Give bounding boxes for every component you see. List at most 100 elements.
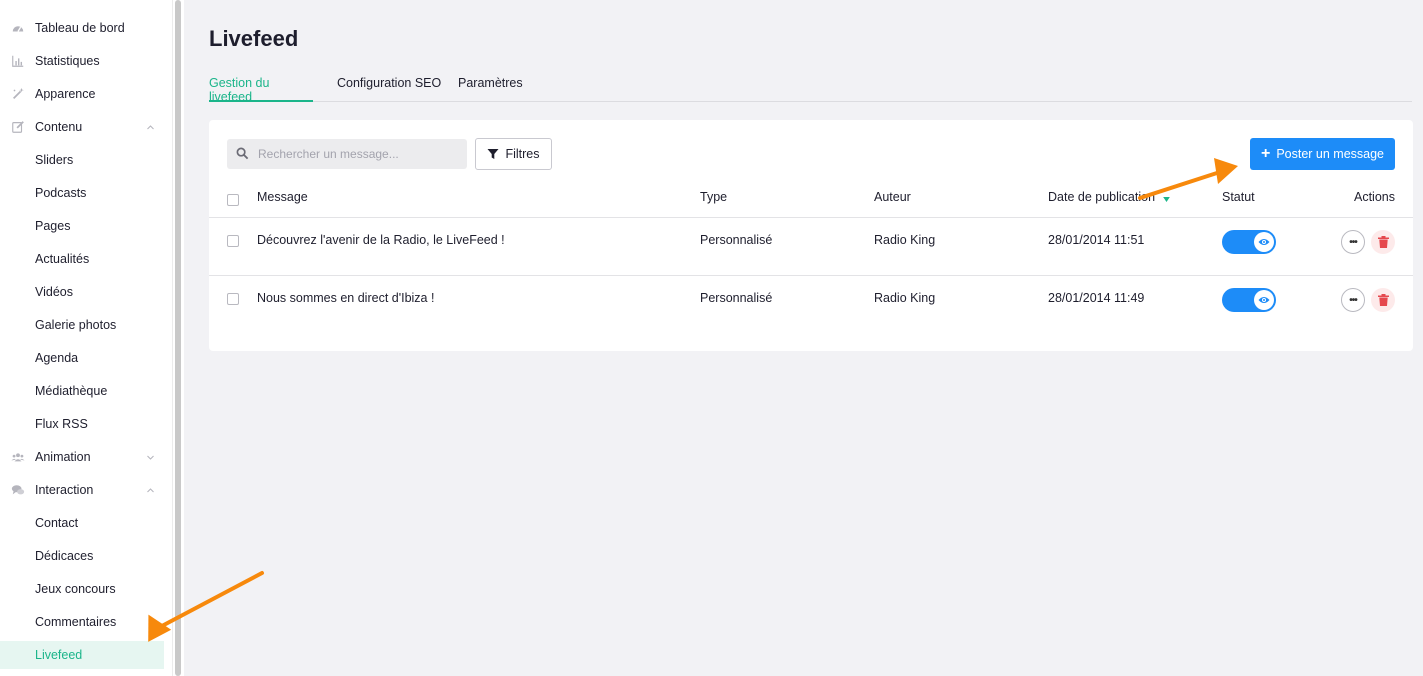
column-header-auteur[interactable]: Auteur [874, 190, 911, 204]
tab-gestion-du-livefeed[interactable]: Gestion du livefeed [209, 76, 313, 104]
column-header-statut[interactable]: Statut [1222, 190, 1255, 204]
toggle-knob [1254, 290, 1274, 310]
magic-wand-icon [10, 86, 26, 102]
sidebar-item-label: Commentaires [35, 615, 117, 629]
sort-down-icon [1162, 191, 1170, 205]
plus-icon: + [1260, 145, 1271, 162]
sidebar-item-label: Animation [35, 450, 91, 464]
message-cell[interactable]: Découvrez l'avenir de la Radio, le LiveF… [257, 233, 505, 247]
date-cell: 28/01/2014 11:51 [1048, 233, 1145, 247]
sidebar-item-label: Sliders [35, 153, 74, 167]
sidebar-item-label: Pages [35, 219, 71, 233]
sidebar-item-actualites[interactable]: Actualités [0, 245, 164, 273]
sidebar-item-livefeed[interactable]: Livefeed [0, 641, 164, 669]
sidebar-item-label: Interaction [35, 483, 94, 497]
post-message-button[interactable]: + Poster un message [1250, 138, 1395, 170]
sidebar-item-commentaires[interactable]: Commentaires [0, 608, 164, 636]
type-cell: Personnalisé [700, 291, 773, 305]
date-cell: 28/01/2014 11:49 [1048, 291, 1145, 305]
table-header: Message Type Auteur Date de publication … [209, 182, 1413, 218]
search-input[interactable] [258, 147, 448, 161]
post-message-button-label: Poster un message [1276, 147, 1385, 161]
sidebar-item-galerie-photos[interactable]: Galerie photos [0, 311, 164, 339]
more-actions-button[interactable]: ••• [1341, 230, 1365, 254]
sidebar-item-statistiques[interactable]: Statistiques [0, 47, 164, 75]
sidebar-item-label: Statistiques [35, 54, 100, 68]
sidebar-item-label: Podcasts [35, 186, 87, 200]
sidebar-item-label: Vidéos [35, 285, 73, 299]
search-box [227, 139, 467, 169]
filters-button[interactable]: Filtres [475, 138, 552, 170]
sidebar-item-agenda[interactable]: Agenda [0, 344, 164, 372]
delete-button[interactable] [1371, 230, 1395, 254]
bar-chart-icon [10, 53, 26, 69]
column-header-message[interactable]: Message [257, 190, 308, 204]
more-icon: ••• [1349, 236, 1357, 248]
users-icon [10, 449, 26, 465]
type-cell: Personnalisé [700, 233, 773, 247]
sidebar-item-label: Jeux concours [35, 582, 116, 596]
trash-icon [1377, 236, 1389, 248]
sidebar-item-contenu[interactable]: Contenu [0, 113, 164, 141]
trash-icon [1377, 294, 1389, 306]
sidebar-item-videos[interactable]: Vidéos [0, 278, 164, 306]
page-title: Livefeed [209, 26, 299, 51]
sidebar-item-label: Livefeed [35, 648, 83, 662]
livefeed-card: Filtres + Poster un message Message Type… [209, 120, 1413, 351]
table-row: Découvrez l'avenir de la Radio, le LiveF… [209, 218, 1413, 276]
table-row: Nous sommes en direct d'Ibiza ! Personna… [209, 276, 1413, 334]
more-actions-button[interactable]: ••• [1341, 288, 1365, 312]
chat-icon [10, 482, 26, 498]
scrollbar-thumb[interactable] [175, 0, 181, 676]
message-cell[interactable]: Nous sommes en direct d'Ibiza ! [257, 291, 434, 305]
column-header-actions: Actions [1354, 190, 1395, 204]
status-toggle[interactable] [1222, 230, 1276, 254]
sidebar-item-label: Galerie photos [35, 318, 117, 332]
chevron-down-icon [144, 451, 156, 463]
filter-icon [487, 149, 499, 159]
row-checkbox[interactable] [227, 235, 239, 247]
delete-button[interactable] [1371, 288, 1395, 312]
filters-button-label: Filtres [505, 147, 540, 161]
sidebar-item-sliders[interactable]: Sliders [0, 146, 164, 174]
select-all-checkbox[interactable] [227, 194, 239, 206]
tab-bar: Gestion du livefeed Configuration SEO Pa… [209, 76, 1412, 104]
sidebar-item-label: Tableau de bord [35, 21, 125, 35]
column-header-date[interactable]: Date de publication [1048, 190, 1170, 205]
eye-icon [1258, 239, 1270, 245]
edit-icon [10, 119, 26, 135]
sidebar-item-mediatheque[interactable]: Médiathèque [0, 377, 164, 405]
status-toggle[interactable] [1222, 288, 1276, 312]
sidebar-item-pages[interactable]: Pages [0, 212, 164, 240]
sidebar-item-label: Dédicaces [35, 549, 94, 563]
author-cell: Radio King [874, 291, 936, 305]
sidebar-item-podcasts[interactable]: Podcasts [0, 179, 164, 207]
sidebar-scrollbar[interactable] [172, 0, 184, 676]
chevron-up-icon [144, 121, 156, 133]
eye-icon [1258, 297, 1270, 303]
sidebar-item-tableau-de-bord[interactable]: Tableau de bord [0, 14, 164, 42]
sidebar: Tableau de bord Statistiques Apparence C… [0, 0, 172, 676]
tab-parametres[interactable]: Paramètres [458, 76, 523, 102]
sidebar-item-flux-rss[interactable]: Flux RSS [0, 410, 164, 438]
chevron-up-icon [144, 484, 156, 496]
toggle-knob [1254, 232, 1274, 252]
sidebar-item-label: Agenda [35, 351, 79, 365]
sidebar-item-label: Contact [35, 516, 79, 530]
column-header-date-label: Date de publication [1048, 190, 1156, 204]
sidebar-item-label: Apparence [35, 87, 96, 101]
row-checkbox[interactable] [227, 293, 239, 305]
sidebar-item-contact[interactable]: Contact [0, 509, 164, 537]
sidebar-item-interaction[interactable]: Interaction [0, 476, 164, 504]
search-icon [236, 147, 250, 161]
more-icon: ••• [1349, 294, 1357, 306]
sidebar-item-animation[interactable]: Animation [0, 443, 164, 471]
sidebar-item-apparence[interactable]: Apparence [0, 80, 164, 108]
sidebar-item-label: Médiathèque [35, 384, 108, 398]
column-header-type[interactable]: Type [700, 190, 727, 204]
sidebar-item-dedicaces[interactable]: Dédicaces [0, 542, 164, 570]
sidebar-item-label: Contenu [35, 120, 83, 134]
sidebar-item-label: Actualités [35, 252, 90, 266]
sidebar-item-jeux-concours[interactable]: Jeux concours [0, 575, 164, 603]
tab-configuration-seo[interactable]: Configuration SEO [337, 76, 441, 102]
